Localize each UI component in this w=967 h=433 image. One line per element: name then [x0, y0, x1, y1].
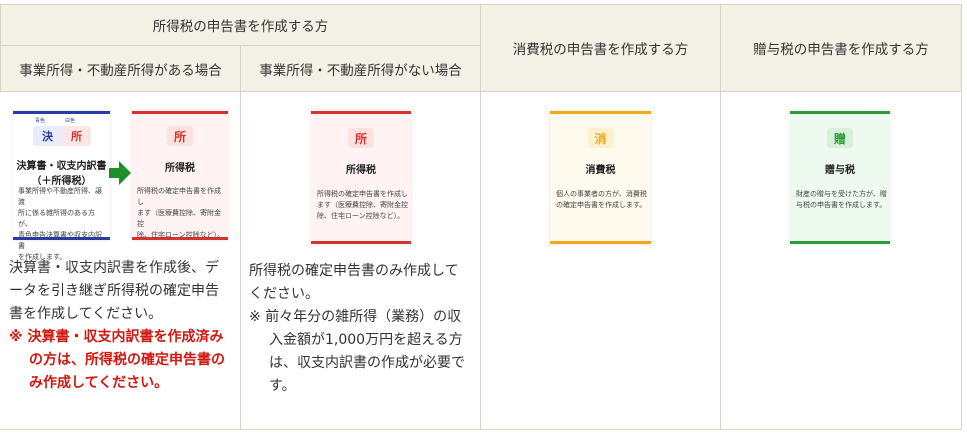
settlement-title: 決算書・収支内訳書 （＋所得税）	[13, 157, 110, 187]
income-tax-badge-label: 所	[173, 129, 186, 144]
header-consumption-label: 消費税の申告書を作成する方	[512, 42, 689, 58]
note-line: 決算書・収支内訳書を作成後、デ	[9, 260, 219, 276]
note-with-business: 決算書・収支内訳書を作成後、デ ータを引き継ぎ所得税の確定申告 書を作成してくだ…	[9, 257, 237, 395]
gift-tax-desc-line2: 与税の申告書を作成します。	[796, 201, 887, 209]
gift-tax-badge: 贈	[827, 128, 853, 148]
income-tax-title: 所得税	[165, 163, 195, 174]
income-tax-badge: 所	[167, 126, 193, 146]
header-consumption: 消費税の申告書を作成する方	[480, 4, 721, 92]
income-tax-description: 所得税の確定申告書を作成し ます（医療費控除、寄附金控 除、住宅ローン控除など）…	[137, 186, 227, 241]
settlement-badge-sho: 所	[62, 126, 91, 146]
gift-tax-badge-label: 贈	[833, 131, 846, 146]
settlement-description: 事業所得や不動産所得、譲渡 所に係る雑所得のある方が、 青色申告決算書や収支内訳…	[18, 186, 108, 263]
header-income-tax-group-label: 所得税の申告書を作成する方	[152, 19, 329, 35]
income-tax-desc-line2: ます（医療費控除、寄附金控	[317, 201, 408, 209]
consumption-tax-description: 個人の事業者の方が、消費税 の確定申告書を作成します。	[556, 189, 649, 211]
warning-note-line: の方は、所得税の確定申告書の	[29, 352, 225, 368]
income-tax-title: 所得税	[346, 165, 376, 176]
header-with-business: 事業所得・不動産所得がある場合	[0, 45, 241, 92]
warning-note-line: ※ 決算書・収支内訳書を作成済み	[9, 329, 224, 345]
note-line: 所得税の確定申告書のみ作成して	[249, 263, 459, 279]
consumption-tax-badge: 消	[587, 128, 614, 148]
income-tax-badge-label: 所	[354, 131, 367, 146]
gift-tax-description: 財産の贈与を受けた方が、贈 与税の申告書を作成します。	[796, 189, 888, 211]
note-line: は、収支内訳書の作成が必要で	[269, 355, 465, 371]
note-line: 入金額が1,000万円を超える方	[269, 332, 463, 348]
header-without-business-label: 事業所得・不動産所得がない場合	[259, 62, 462, 79]
note-line: ください。	[249, 286, 319, 302]
income-tax-desc-line1: 所得税の確定申告書を作成し	[317, 190, 408, 198]
settlement-badge: 決 所	[33, 126, 91, 146]
income-tax-desc-line3: 除、住宅ローン控除など）。	[137, 231, 225, 239]
gift-tax-desc-line1: 財産の贈与を受けた方が、贈	[796, 190, 887, 198]
consumption-tax-card[interactable]: 消 消費税 個人の事業者の方が、消費税 の確定申告書を作成します。	[550, 111, 651, 244]
income-tax-card-without-business[interactable]: 所 所得税 所得税の確定申告書を作成し ます（医療費控除、寄附金控 除、住宅ロー…	[311, 111, 411, 244]
consumption-tax-desc-line1: 個人の事業者の方が、消費税	[556, 190, 647, 198]
settlement-desc-line2: 所に係る雑所得のある方が、	[18, 209, 95, 228]
table-bottom-border	[0, 429, 962, 430]
note-without-business: 所得税の確定申告書のみ作成して ください。 ※ 前々年分の雑所得（業務）の収 入…	[249, 260, 477, 398]
consumption-tax-desc-line2: の確定申告書を作成します。	[556, 201, 647, 209]
settlement-desc-line3: 青色申告決算書や収支内訳書	[18, 231, 102, 250]
income-tax-desc-line2: ます（医療費控除、寄附金控	[137, 209, 221, 228]
note-line: ※ 前々年分の雑所得（業務）の収	[249, 309, 462, 325]
blue-return-label: 青色	[35, 118, 46, 124]
arrow-right-icon	[109, 161, 131, 185]
settlement-title-line1: 決算書・収支内訳書	[16, 161, 107, 172]
header-without-business: 事業所得・不動産所得がない場合	[240, 45, 481, 92]
header-with-business-label: 事業所得・不動産所得がある場合	[19, 62, 222, 79]
consumption-tax-badge-label: 消	[594, 131, 607, 146]
income-tax-badge: 所	[348, 128, 374, 148]
consumption-tax-title: 消費税	[585, 165, 616, 176]
note-line: ータを引き継ぎ所得税の確定申告	[9, 283, 219, 299]
income-tax-desc-line3: 除、住宅ローン控除など）。	[317, 212, 405, 220]
gift-tax-title: 贈与税	[825, 165, 855, 176]
settlement-desc-line1: 事業所得や不動産所得、譲渡	[18, 187, 102, 206]
note-line: す。	[269, 378, 296, 394]
settlement-badge-ketsu: 決	[33, 126, 62, 146]
white-return-label: 白色	[65, 118, 76, 124]
header-gift: 贈与税の申告書を作成する方	[720, 4, 962, 92]
income-tax-description: 所得税の確定申告書を作成し ます（医療費控除、寄附金控 除、住宅ローン控除など）…	[317, 189, 409, 222]
header-gift-label: 贈与税の申告書を作成する方	[753, 42, 929, 58]
gift-tax-card[interactable]: 贈 贈与税 財産の贈与を受けた方が、贈 与税の申告書を作成します。	[790, 111, 890, 244]
settlement-card[interactable]: 青色 白色 決 所 決算書・収支内訳書 （＋所得税） 事業所得や不動産所得、譲渡 …	[13, 111, 110, 261]
header-income-tax-group: 所得税の申告書を作成する方	[0, 4, 481, 46]
warning-note-line: み作成してください。	[29, 375, 169, 391]
income-tax-card-with-business[interactable]: 所 所得税 所得税の確定申告書を作成し ます（医療費控除、寄附金控 除、住宅ロー…	[132, 111, 228, 240]
note-line: 書を作成してください。	[9, 306, 163, 322]
income-tax-desc-line1: 所得税の確定申告書を作成し	[137, 187, 221, 206]
